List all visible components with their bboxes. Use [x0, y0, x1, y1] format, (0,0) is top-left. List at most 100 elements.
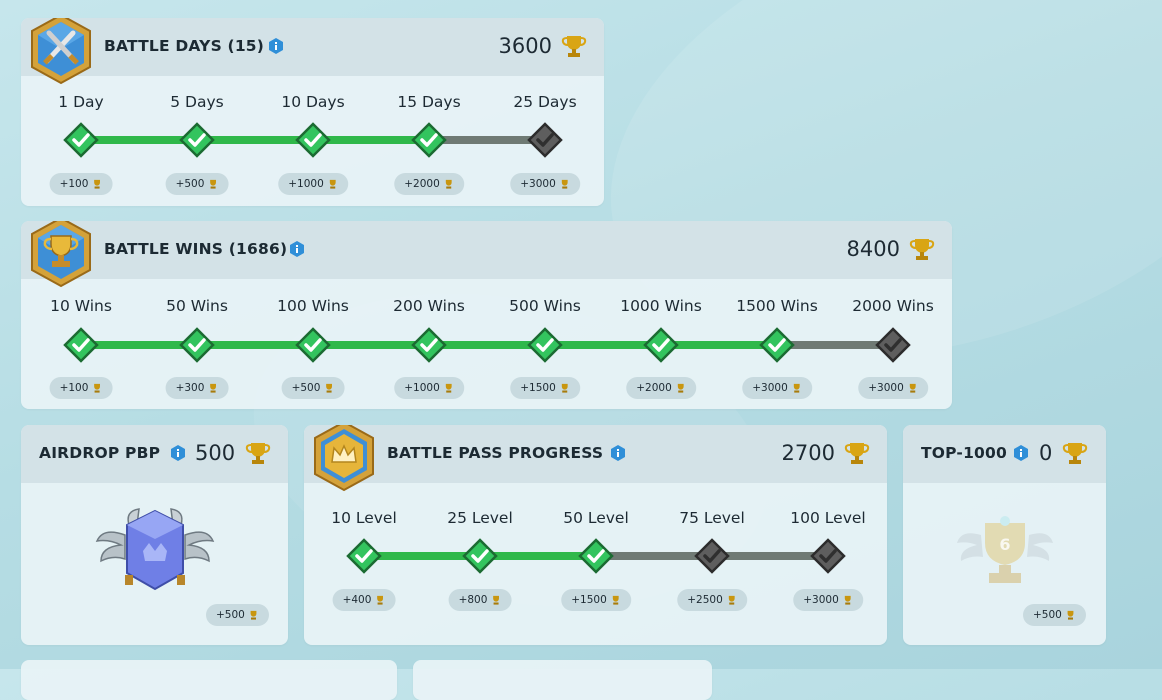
reward-value: +500: [175, 178, 205, 190]
reward-pill: +3000: [793, 589, 863, 611]
reward-pill: +2000: [626, 377, 696, 399]
reward-pill: +1000: [394, 377, 464, 399]
reward-pill: +3000: [742, 377, 812, 399]
info-icon[interactable]: [290, 241, 304, 257]
reward-pill: +1500: [510, 377, 580, 399]
trophy-icon: [844, 443, 870, 464]
rank-badge-number: 6: [999, 535, 1011, 554]
check-icon: [527, 327, 563, 363]
battle-wins-card: BATTLE WINS (1686) 8400 10 Wins 50 Wins …: [21, 221, 952, 409]
reward-pill: +500: [1023, 604, 1086, 626]
reward-value: +500: [1033, 609, 1062, 621]
check-icon: [295, 327, 331, 363]
reward-value: +300: [175, 382, 205, 394]
reward-value: +2000: [636, 382, 672, 394]
trophy-icon: [612, 595, 619, 605]
trophy-icon: [677, 383, 684, 393]
trophy-icon: [377, 595, 383, 605]
top1000-title: TOP-1000: [921, 444, 1008, 462]
check-icon: [346, 538, 382, 574]
reward-pill: +2500: [677, 589, 747, 611]
airdrop-card: AIRDROP PBP 500 +500: [21, 425, 288, 645]
battle-days-title: BATTLE DAYS (15): [104, 37, 265, 55]
top1000-total: 0: [1039, 441, 1053, 465]
reward-value: +100: [59, 382, 89, 394]
trophy-icon: [561, 36, 587, 57]
reward-value: +3000: [520, 178, 556, 190]
check-icon: [462, 538, 498, 574]
battle-pass-total: 2700: [781, 441, 835, 465]
reward-value: +1500: [520, 382, 556, 394]
info-icon[interactable]: [611, 445, 625, 461]
reward-value: +3000: [752, 382, 788, 394]
trophy-icon: [326, 383, 332, 393]
reward-pill: +100: [49, 377, 113, 399]
milestone-label: 1 Day: [58, 93, 104, 111]
info-icon[interactable]: [1014, 445, 1028, 461]
check-icon: [810, 538, 846, 574]
info-icon[interactable]: [269, 38, 283, 54]
milestone-label: 25 Days: [513, 93, 577, 111]
check-icon: [179, 122, 215, 158]
reward-value: +500: [216, 609, 245, 621]
check-icon: [295, 122, 331, 158]
reward-value: +3000: [868, 382, 904, 394]
milestone-label: 500 Wins: [509, 297, 581, 315]
bottom-card-partial: [21, 660, 397, 700]
trophy-icon: [1067, 610, 1074, 620]
milestone-label: 100 Level: [790, 509, 866, 527]
reward-value: +400: [342, 594, 372, 606]
reward-value: +1000: [404, 382, 440, 394]
trophy-cup-icon: [31, 221, 91, 288]
milestone-label: 10 Wins: [50, 297, 112, 315]
trophy-icon: [909, 383, 916, 393]
milestone-label: 5 Days: [170, 93, 224, 111]
reward-pill: +100: [49, 173, 113, 195]
milestone-label: 2000 Wins: [852, 297, 934, 315]
trophy-icon: [561, 383, 568, 393]
trophy-icon: [793, 383, 800, 393]
check-icon: [179, 327, 215, 363]
milestone-label: 1500 Wins: [736, 297, 818, 315]
check-icon: [759, 327, 795, 363]
trophy-icon: [329, 179, 336, 189]
trophy-icon: [94, 179, 100, 189]
reward-pill: +3000: [858, 377, 928, 399]
airdrop-title: AIRDROP PBP: [39, 444, 161, 462]
airdrop-total: 500: [195, 441, 236, 465]
reward-value: +100: [59, 178, 89, 190]
battle-wins-title: BATTLE WINS (1686): [104, 240, 288, 258]
milestone-label: 15 Days: [397, 93, 461, 111]
battle-pass-title: BATTLE PASS PROGRESS: [387, 444, 604, 462]
check-icon: [578, 538, 614, 574]
milestone-label: 75 Level: [679, 509, 745, 527]
milestone-label: 10 Level: [331, 509, 397, 527]
check-icon: [694, 538, 730, 574]
reward-value: +2000: [404, 178, 440, 190]
trophy-icon: [728, 595, 735, 605]
reward-value: +3000: [803, 594, 839, 606]
reward-pill: +300: [165, 377, 229, 399]
milestone-label: 100 Wins: [277, 297, 349, 315]
battle-days-total: 3600: [498, 34, 552, 58]
trophy-icon: [561, 179, 568, 189]
info-icon[interactable]: [171, 445, 185, 461]
crossed-swords-icon: [31, 18, 91, 85]
reward-pill: +500: [206, 604, 269, 626]
trophy-icon: [1062, 443, 1088, 464]
bottom-card-partial: [413, 660, 712, 700]
milestone-label: 50 Wins: [166, 297, 228, 315]
check-icon: [63, 122, 99, 158]
reward-pill: +500: [281, 377, 345, 399]
trophy-icon: [245, 443, 271, 464]
reward-pill: +400: [332, 589, 396, 611]
check-icon: [411, 327, 447, 363]
reward-value: +1500: [571, 594, 607, 606]
reward-value: +500: [291, 382, 321, 394]
trophy-icon: [94, 383, 100, 393]
battle-wins-total: 8400: [846, 237, 900, 261]
reward-pill: +3000: [510, 173, 580, 195]
reward-value: +1000: [288, 178, 324, 190]
trophy-icon: [445, 179, 452, 189]
trophy-icon: [493, 595, 499, 605]
